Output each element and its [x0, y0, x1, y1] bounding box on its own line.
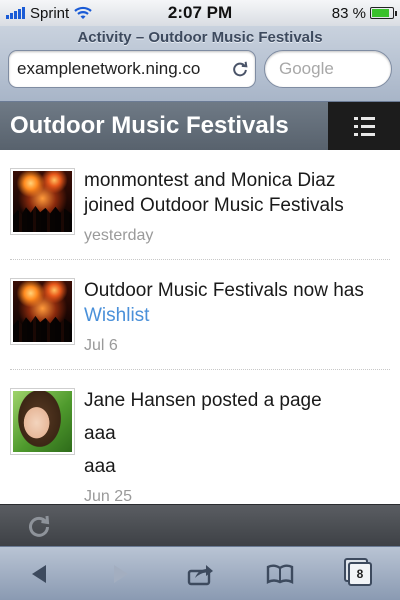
- feed-item-text[interactable]: monmontest and Monica Diaz joined Outdoo…: [84, 168, 390, 218]
- feed-item: Outdoor Music Festivals now has Wishlist…: [10, 260, 390, 370]
- reload-icon[interactable]: [231, 60, 249, 78]
- signal-strength-icon: [6, 7, 25, 19]
- back-button[interactable]: [20, 557, 60, 591]
- address-bar[interactable]: examplenetwork.ning.co: [8, 50, 256, 88]
- bookmarks-icon: [266, 564, 294, 584]
- feed-item-time: yesterday: [84, 227, 154, 244]
- battery-icon: [370, 7, 397, 19]
- feed-item-time: Jun 25: [84, 488, 133, 504]
- feed-item: monmontest and Monica Diaz joined Outdoo…: [10, 150, 390, 260]
- activity-feed: monmontest and Monica Diaz joined Outdoo…: [0, 150, 400, 504]
- browser-toolbar: 8: [0, 546, 400, 600]
- forward-button[interactable]: [100, 557, 140, 591]
- concert-photo: [13, 171, 72, 232]
- carrier-name: Sprint: [30, 4, 70, 22]
- feed-item-text[interactable]: Jane Hansen posted a page: [84, 388, 390, 413]
- tabs-icon: 8: [348, 561, 372, 586]
- avatar[interactable]: [10, 168, 75, 235]
- site-header: Outdoor Music Festivals: [0, 102, 400, 150]
- list-menu-icon: [353, 116, 375, 120]
- battery-percent: 83 %: [331, 4, 366, 22]
- feed-item-body: Outdoor Music Festivals now has Wishlist…: [84, 278, 390, 355]
- reload-icon[interactable]: [26, 513, 52, 539]
- user-photo: [13, 391, 72, 452]
- status-bar: Sprint 2:07 PM 83 %: [0, 0, 400, 26]
- address-url[interactable]: examplenetwork.ning.co: [17, 59, 231, 79]
- browser-page-title: Activity – Outdoor Music Festivals: [77, 29, 323, 46]
- feed-item-body: monmontest and Monica Diaz joined Outdoo…: [84, 168, 390, 245]
- feed-item-time: Jul 6: [84, 337, 118, 354]
- avatar[interactable]: [10, 278, 75, 345]
- search-field[interactable]: Google: [264, 50, 392, 88]
- search-placeholder: Google: [279, 59, 334, 78]
- avatar[interactable]: [10, 388, 75, 455]
- tabs-count: 8: [356, 566, 364, 581]
- back-arrow-icon: [32, 564, 46, 583]
- tabs-button[interactable]: 8: [340, 557, 380, 591]
- bookmarks-button[interactable]: [260, 557, 300, 591]
- share-button[interactable]: [180, 557, 220, 591]
- address-row: examplenetwork.ning.co Google: [0, 50, 400, 88]
- status-right: 83 %: [331, 4, 397, 22]
- wifi-icon: [74, 6, 92, 19]
- concert-photo: [13, 281, 72, 342]
- list-menu-icon-line: [353, 124, 375, 128]
- page-link[interactable]: aaa: [84, 421, 390, 446]
- browser-chrome: Activity – Outdoor Music Festivals examp…: [0, 26, 400, 102]
- forward-arrow-icon: [114, 564, 128, 583]
- feed-item: Jane Hansen posted a page aaa aaa Jun 25: [10, 370, 390, 504]
- reload-bar: [0, 504, 400, 546]
- wishlist-link[interactable]: Wishlist: [84, 305, 149, 326]
- list-menu-icon-line: [353, 132, 375, 136]
- site-title[interactable]: Outdoor Music Festivals: [0, 112, 289, 140]
- feed-item-text: Outdoor Music Festivals now has Wishlist: [84, 278, 390, 328]
- feed-item-excerpt: aaa: [84, 456, 116, 477]
- menu-button[interactable]: [328, 102, 400, 150]
- feed-item-text-main: Outdoor Music Festivals now has: [84, 280, 364, 301]
- share-icon: [187, 564, 213, 585]
- feed-item-body: Jane Hansen posted a page aaa aaa Jun 25: [84, 388, 390, 504]
- status-left: Sprint: [6, 5, 92, 22]
